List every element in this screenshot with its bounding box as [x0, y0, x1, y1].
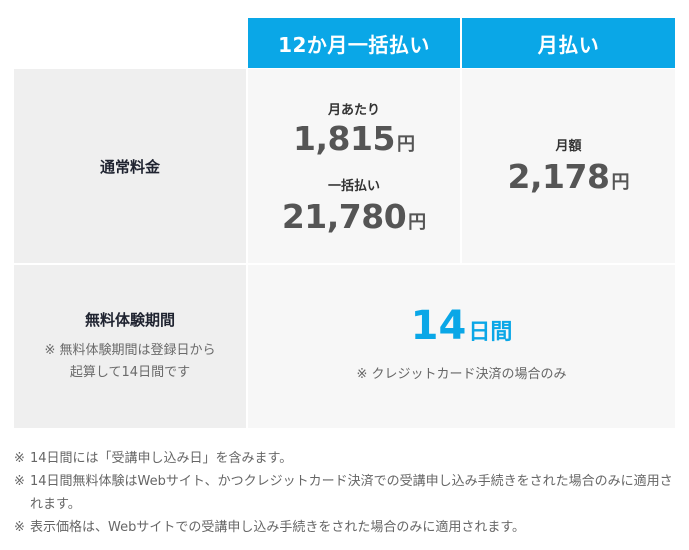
- trial-period-note: ※ 無料体験期間は登録日から 起算して14日間です: [44, 340, 215, 384]
- regular-price-label: 通常料金: [99, 157, 160, 176]
- trial-note-line-2: 起算して14日間です: [69, 365, 191, 380]
- footnote-mark: ※: [14, 451, 25, 466]
- per-month-label: 月あたり: [327, 103, 380, 118]
- per-month-price: 1,815 円: [248, 119, 460, 158]
- footnote-mark: ※: [14, 474, 25, 489]
- header-plan-monthly: 月払い: [462, 18, 675, 68]
- row-label-trial: 無料体験期間 ※ 無料体験期間は登録日から 起算して14日間です: [14, 265, 246, 428]
- lump-sum-price: 21,780 円: [248, 197, 460, 236]
- monthly-label: 月額: [555, 139, 582, 154]
- monthly-value: 2,178: [507, 157, 610, 196]
- trial-days: 14: [410, 303, 467, 349]
- monthly-price: 2,178 円: [462, 157, 675, 196]
- trial-duration: 14日間: [248, 303, 675, 349]
- lump-sum-currency: 円: [408, 212, 427, 233]
- footnote-item: ※ 14日間無料体験はWebサイト、かつクレジットカード決済での受講申し込み手続…: [14, 470, 674, 516]
- per-month-value: 1,815: [293, 119, 395, 158]
- footnote-mark: ※: [14, 520, 25, 535]
- footnote-item: ※ 14日間には「受講申し込み日」を含みます。: [14, 447, 674, 470]
- lump-sum-value: 21,780: [281, 197, 407, 236]
- lump-sum-label: 一括払い: [327, 179, 380, 194]
- footnotes: ※ 14日間には「受講申し込み日」を含みます。 ※ 14日間無料体験はWebサイ…: [14, 447, 674, 539]
- footnote-item: ※ 表示価格は、Webサイトでの受講申し込み手続きをされた場合のみに適用されます…: [14, 516, 674, 539]
- header-plan-annual: 12か月一括払い: [248, 18, 460, 68]
- regular-monthly-cell: 月額 2,178 円: [462, 69, 675, 263]
- regular-annual-cell: 月あたり 1,815 円 一括払い 21,780 円: [248, 69, 460, 263]
- per-month-currency: 円: [396, 134, 415, 155]
- trial-credit-note: ※ クレジットカード決済の場合のみ: [356, 367, 567, 382]
- trial-cell: 14日間 ※ クレジットカード決済の場合のみ: [248, 265, 675, 428]
- pricing-table: 12か月一括払い 月払い 通常料金 月あたり 1,815 円 一括払い 21,78…: [14, 18, 675, 428]
- monthly-currency: 円: [611, 172, 630, 193]
- footnote-text: 14日間には「受講申し込み日」を含みます。: [30, 451, 293, 466]
- footnote-text: 14日間無料体験はWebサイト、かつクレジットカード決済での受講申し込み手続きを…: [30, 474, 673, 512]
- footnote-text: 表示価格は、Webサイトでの受講申し込み手続きをされた場合のみに適用されます。: [30, 520, 526, 535]
- trial-note-line-1: ※ 無料体験期間は登録日から: [44, 343, 216, 358]
- row-label-regular: 通常料金: [14, 69, 246, 263]
- trial-unit: 日間: [468, 320, 513, 345]
- trial-period-label: 無料体験期間: [84, 311, 175, 329]
